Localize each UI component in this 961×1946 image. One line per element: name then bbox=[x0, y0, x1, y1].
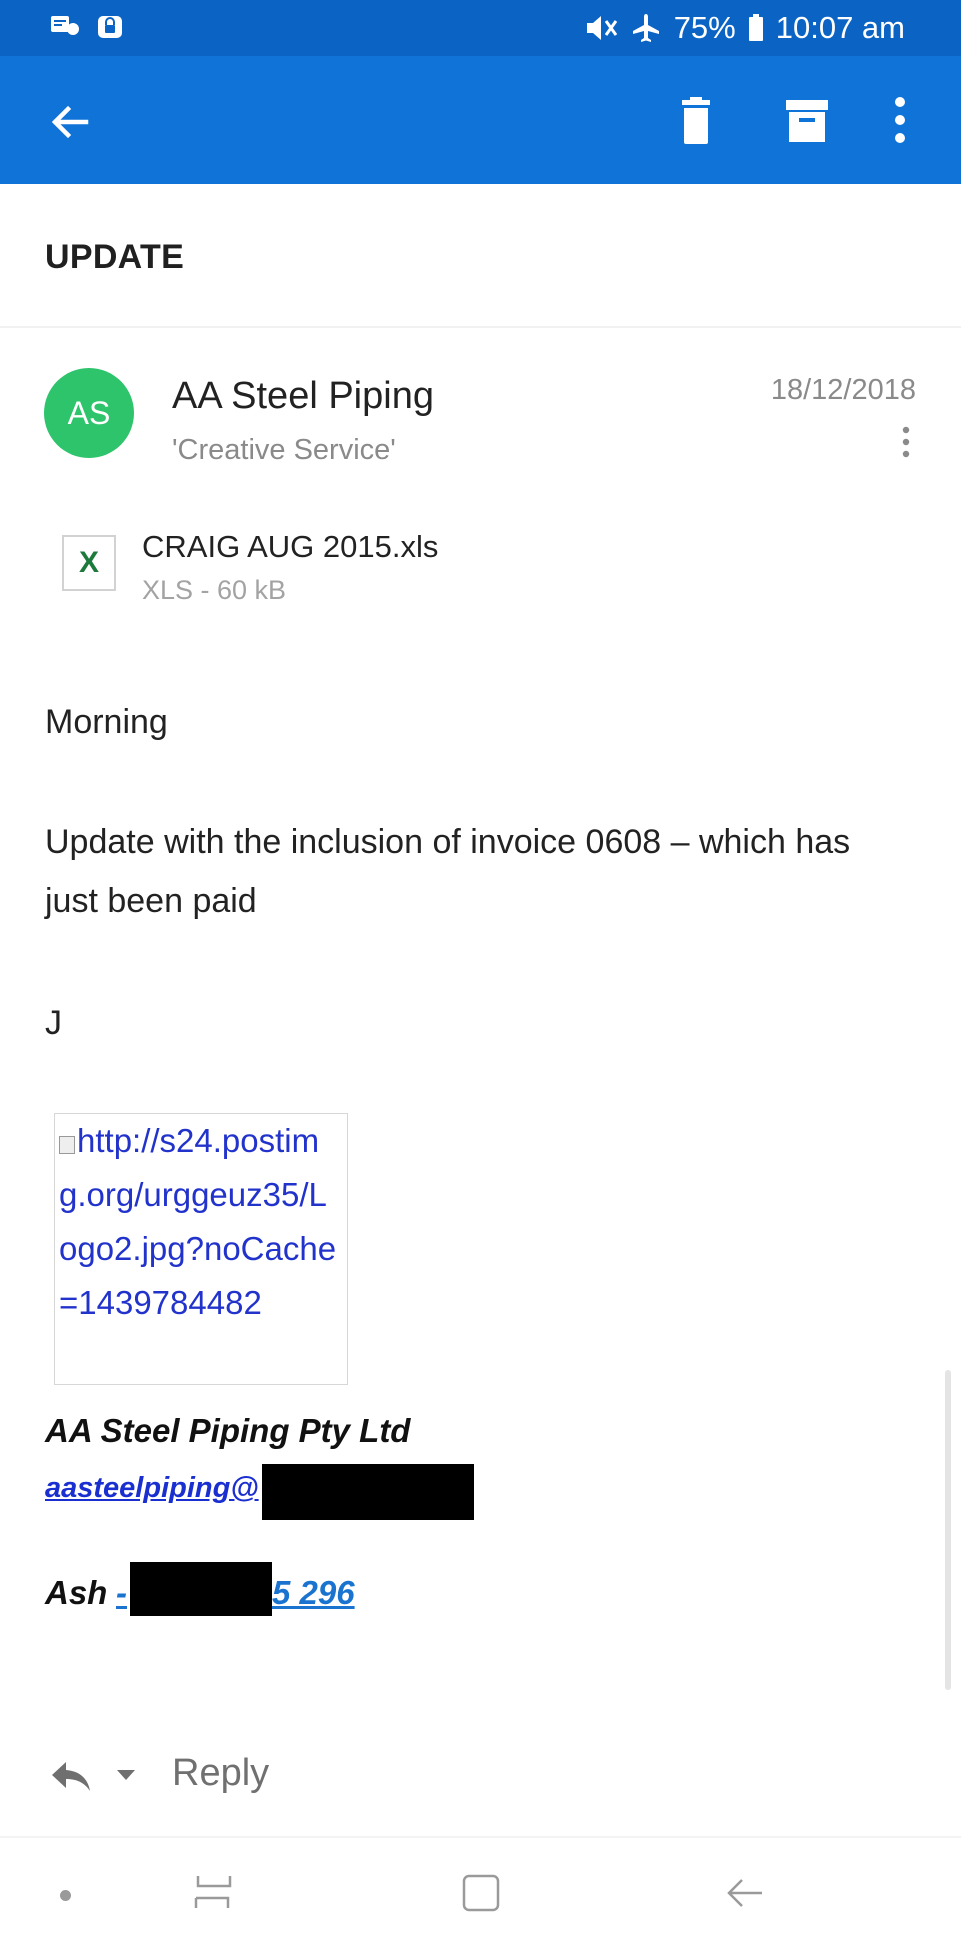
redaction-email bbox=[262, 1464, 474, 1520]
battery-percent: 75% bbox=[673, 10, 736, 45]
lock-app-icon bbox=[98, 16, 122, 38]
reply-icon[interactable] bbox=[48, 1758, 94, 1794]
app-bar bbox=[0, 56, 961, 184]
status-bar: 75% 10:07 am bbox=[0, 0, 961, 56]
notification-icon bbox=[51, 16, 79, 35]
redaction-phone bbox=[130, 1562, 272, 1616]
attachment-meta: XLS - 60 kB bbox=[142, 575, 287, 605]
archive-icon[interactable] bbox=[782, 96, 832, 146]
broken-logo-image[interactable]: http://s24.postimg.org/urggeuz35/Logo2.j… bbox=[54, 1113, 348, 1385]
clock: 10:07 am bbox=[775, 10, 905, 45]
airplane-icon bbox=[632, 14, 659, 42]
status-right-icons: 75% 10:07 am bbox=[584, 10, 905, 46]
home-icon[interactable] bbox=[460, 1872, 502, 1914]
body-paragraph: Update with the inclusion of invoice 060… bbox=[45, 823, 851, 920]
mute-icon bbox=[586, 16, 617, 40]
status-left-icons bbox=[50, 12, 124, 40]
nav-dot-icon[interactable] bbox=[60, 1890, 71, 1901]
image-alt-label: http://s24.postimg.org/urggeuz35/Logo2.j… bbox=[59, 1122, 337, 1321]
message-date: 18/12/2018 bbox=[770, 374, 916, 406]
sender-avatar[interactable]: AS bbox=[44, 368, 134, 458]
scrollbar[interactable] bbox=[945, 1370, 951, 1690]
reply-button[interactable]: Reply bbox=[172, 1752, 269, 1795]
image-alt-text: http://s24.postimg.org/urggeuz35/Logo2.j… bbox=[59, 1114, 345, 1330]
excel-file-icon[interactable]: X bbox=[62, 535, 116, 591]
system-nav-bar bbox=[0, 1838, 961, 1946]
chevron-down-icon[interactable] bbox=[116, 1768, 136, 1782]
divider bbox=[0, 326, 961, 328]
recent-apps-icon[interactable] bbox=[190, 1872, 236, 1912]
recipient-label[interactable]: 'Creative Service' bbox=[172, 434, 396, 467]
more-vert-icon[interactable] bbox=[885, 94, 915, 146]
signature-phone-link-end[interactable]: 5 296 bbox=[272, 1574, 355, 1612]
avatar-initials: AS bbox=[67, 394, 111, 431]
body-greeting: Morning bbox=[45, 703, 168, 741]
arrow-left-icon[interactable] bbox=[46, 98, 94, 146]
battery-icon bbox=[748, 14, 763, 41]
signature-phone-link-start[interactable]: - bbox=[116, 1574, 127, 1612]
sender-name[interactable]: AA Steel Piping bbox=[172, 375, 434, 418]
signature-company: AA Steel Piping Pty Ltd bbox=[45, 1412, 411, 1449]
body-initial: J bbox=[45, 1004, 62, 1042]
signature-name: Ash bbox=[45, 1574, 108, 1611]
back-nav-icon[interactable] bbox=[724, 1872, 766, 1914]
message-more-icon[interactable] bbox=[894, 424, 918, 460]
attachment-name[interactable]: CRAIG AUG 2015.xls bbox=[142, 529, 438, 565]
broken-image-icon bbox=[59, 1136, 75, 1154]
trash-icon[interactable] bbox=[672, 96, 720, 146]
email-subject: UPDATE bbox=[45, 238, 185, 276]
signature-email-link[interactable]: aasteelpiping@ bbox=[45, 1472, 259, 1505]
excel-letter: X bbox=[78, 546, 99, 579]
